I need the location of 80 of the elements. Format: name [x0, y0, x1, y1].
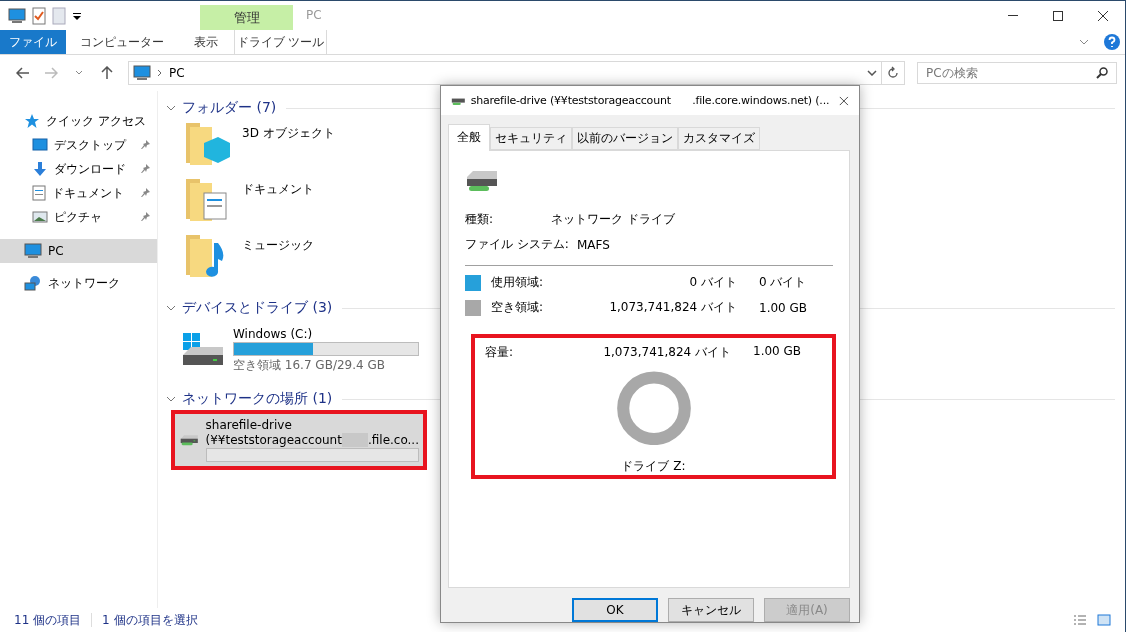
details-view-icon	[1073, 614, 1087, 626]
capacity-size: 1.00 GB	[752, 344, 803, 361]
window-title: PC	[305, 7, 323, 24]
folder-name[interactable]: ドキュメント	[242, 175, 314, 231]
sidebar-item[interactable]: ダウンロード	[0, 157, 157, 181]
download-arrow-icon	[32, 161, 48, 177]
property-value: ネットワーク ドライブ	[551, 211, 676, 229]
sidebar-item[interactable]: ピクチャ	[0, 205, 157, 229]
dialog-tab[interactable]: セキュリティ	[490, 127, 572, 151]
selection-count: 1 個の項目を選択	[102, 611, 198, 629]
group-header[interactable]: フォルダー (7)	[182, 99, 277, 117]
folder-name[interactable]: 3D オブジェクト	[242, 119, 335, 175]
group-collapse-icon	[166, 305, 176, 311]
expand-ribbon-icon	[1079, 39, 1089, 45]
breadcrumb-chevron-icon	[157, 69, 163, 77]
dialog-tab[interactable]: カスタマイズ	[678, 127, 760, 151]
refresh-icon	[887, 66, 899, 80]
forward-arrow-icon	[44, 67, 58, 79]
drive-name: Windows (C:)	[233, 327, 314, 341]
search-field[interactable]: PCの検索	[917, 62, 1117, 84]
dialog-tab[interactable]: 全般	[448, 124, 490, 152]
group-collapse-icon	[166, 396, 176, 402]
address-dropdown-icon	[867, 70, 877, 76]
capacity-bytes: 1,073,741,824 バイト	[603, 344, 731, 362]
usage-size: 0 バイト	[758, 274, 808, 292]
network-globe-icon	[24, 275, 42, 291]
picture-icon	[32, 211, 48, 223]
ok-button[interactable]: OK	[572, 598, 658, 622]
search-icon	[1096, 67, 1108, 79]
sidebar-item[interactable]: クイック アクセス	[0, 109, 157, 133]
drive-item[interactable]: Windows (C:) 空き領域 16.7 GB/29.4 GB	[175, 323, 423, 378]
usage-label: 空き領域:	[491, 299, 545, 317]
up-arrow-icon	[101, 66, 113, 80]
dialog-title: .file.core.windows.net) (...	[692, 94, 830, 108]
context-tab-header: 管理	[200, 5, 293, 30]
ribbon-tab[interactable]: ドライブ ツール	[234, 30, 327, 54]
computer-icon	[8, 7, 26, 24]
dialog-tab[interactable]: 以前のバージョン	[572, 127, 678, 151]
close-icon	[839, 94, 849, 107]
free-space-text: 空き領域 16.7 GB/29.4 GB	[233, 357, 386, 374]
help-icon	[1104, 34, 1120, 50]
sidebar-item[interactable]: ドキュメント	[0, 181, 157, 205]
group-collapse-icon	[166, 105, 176, 111]
minimize-icon	[1007, 15, 1018, 16]
dialog-title: sharefile-drive (¥¥teststorageaccount	[470, 94, 671, 108]
sidebar-item[interactable]: ネットワーク	[0, 271, 157, 295]
document-icon	[32, 185, 46, 201]
star-icon	[24, 113, 40, 129]
item-count: 11 個の項目	[14, 611, 82, 629]
ribbon-tab[interactable]: ファイル	[0, 30, 66, 54]
sidebar-item[interactable]: PC	[0, 239, 157, 263]
property-value: MAFS	[577, 237, 611, 252]
large-icons-view-icon	[1097, 614, 1111, 626]
pc-icon	[24, 243, 42, 259]
maximize-icon	[1051, 9, 1064, 22]
property-label: ファイル システム:	[465, 236, 570, 254]
close-icon	[1096, 9, 1109, 22]
usage-bytes: 1,073,741,824 バイト	[609, 299, 737, 317]
usage-label: 使用領域:	[491, 274, 545, 292]
capacity-label: 容量:	[485, 344, 515, 362]
group-header[interactable]: デバイスとドライブ (3)	[182, 299, 333, 317]
cancel-button[interactable]: キャンセル	[668, 598, 754, 622]
drive-letter-label: ドライブ Z:	[621, 458, 686, 476]
folder-name[interactable]: ミュージック	[242, 231, 314, 287]
drive-path: .file.co...	[367, 433, 419, 447]
properties-check-icon	[32, 6, 46, 25]
property-label: 種類:	[465, 211, 495, 229]
drive-name: sharefile-drive	[205, 418, 293, 432]
recent-dropdown-icon	[75, 70, 83, 76]
group-header[interactable]: ネットワークの場所 (1)	[182, 390, 333, 408]
usage-size: 1.00 GB	[758, 300, 809, 315]
usage-bytes: 0 バイト	[688, 274, 737, 292]
address-bar[interactable]: PC	[128, 61, 882, 85]
drive-path: (¥¥teststorageaccount	[205, 433, 342, 447]
redaction-block	[341, 433, 368, 447]
pc-icon	[133, 65, 151, 81]
customize-dropdown-icon	[72, 10, 82, 21]
back-arrow-icon	[16, 67, 30, 79]
sidebar-item[interactable]: デスクトップ	[0, 133, 157, 157]
desktop-icon	[32, 138, 48, 152]
